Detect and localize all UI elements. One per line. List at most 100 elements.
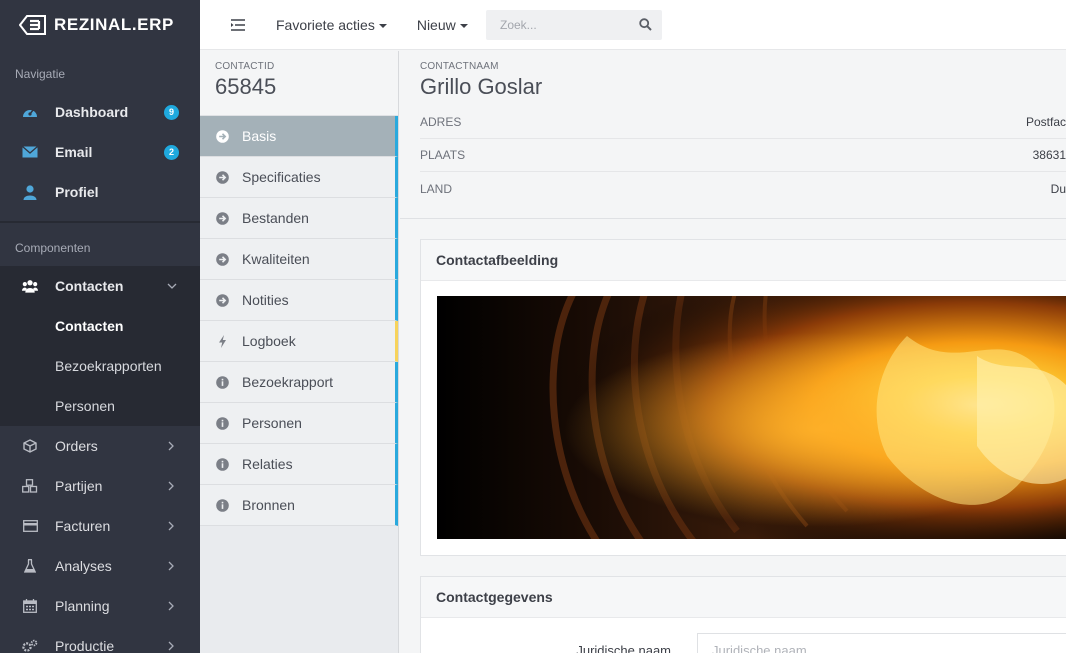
arrow-circle-right-icon: [216, 252, 229, 266]
sidebar-item-label: Partijen: [55, 478, 103, 494]
info-key: PLAATS: [420, 148, 466, 162]
info-circle-icon: [216, 457, 229, 471]
sidebar-item-orders[interactable]: Orders: [0, 426, 200, 466]
flask-icon: [22, 558, 38, 574]
submenu-item-personen[interactable]: Personen: [0, 386, 200, 426]
notification-badge: 9: [164, 105, 179, 120]
topbar: Favoriete acties Nieuw: [200, 0, 1066, 50]
chevron-right-icon: [167, 599, 175, 613]
users-icon: [22, 278, 38, 294]
info-row-country: LAND Du: [420, 172, 1066, 205]
info-value: Postfac: [1025, 115, 1066, 129]
favorites-dropdown[interactable]: Favoriete acties: [276, 17, 387, 33]
contact-details-panel: Contactgegevens Juridische naam: [420, 576, 1066, 653]
sidebar-item-label: Facturen: [55, 518, 111, 534]
tab-bezoekrapport[interactable]: Bezoekrapport: [200, 362, 398, 403]
sidebar-item-label: Orders: [55, 438, 98, 454]
sidebar-item-dashboard[interactable]: Dashboard 9: [0, 92, 200, 132]
tab-bronnen[interactable]: Bronnen: [200, 485, 398, 526]
chevron-right-icon: [167, 559, 175, 573]
tab-specificaties[interactable]: Specificaties: [200, 157, 398, 198]
sidebar-item-partijen[interactable]: Partijen: [0, 466, 200, 506]
chevron-right-icon: [167, 519, 175, 533]
search-box: [486, 10, 662, 40]
contact-image[interactable]: [437, 296, 1066, 539]
sidebar-item-label: Planning: [55, 598, 110, 614]
info-value: Du: [1050, 181, 1066, 196]
tab-logboek[interactable]: Logboek: [200, 321, 398, 362]
contact-name-label: CONTACTNAAM: [420, 61, 499, 72]
search-input[interactable]: [486, 18, 626, 32]
user-icon: [22, 184, 38, 200]
chevron-right-icon: [167, 479, 175, 493]
legal-name-field[interactable]: [697, 633, 1066, 653]
tab-label: Bezoekrapport: [242, 374, 334, 390]
sidebar-divider: [0, 221, 200, 223]
new-dropdown[interactable]: Nieuw: [417, 17, 468, 33]
search-icon[interactable]: [639, 18, 652, 31]
tab-label: Kwaliteiten: [242, 251, 310, 267]
arrow-circle-right-icon: [216, 170, 229, 184]
sidebar-item-label: Profiel: [55, 184, 99, 200]
arrow-circle-right-icon: [216, 211, 229, 225]
tab-relaties[interactable]: Relaties: [200, 444, 398, 485]
sidebar-item-facturen[interactable]: Facturen: [0, 506, 200, 546]
info-row-city: PLAATS 38631: [420, 139, 1066, 172]
sidebar-item-analyses[interactable]: Analyses: [0, 546, 200, 586]
cubes-icon: [22, 478, 38, 494]
sidebar-item-label: Dashboard: [55, 104, 129, 120]
new-label: Nieuw: [416, 16, 456, 33]
tab-kwaliteiten[interactable]: Kwaliteiten: [200, 239, 398, 280]
info-circle-icon: [216, 375, 229, 389]
tab-personen[interactable]: Personen: [200, 403, 398, 444]
submenu-item-bezoekrapporten[interactable]: Bezoekrapporten: [0, 346, 200, 386]
tab-label: Relaties: [242, 456, 293, 472]
contact-id-label: CONTACTID: [215, 61, 275, 72]
contact-id-value: 65845: [215, 74, 277, 99]
contact-image-panel: Contactafbeelding: [420, 239, 1066, 556]
tab-label: Specificaties: [242, 169, 321, 185]
sidebar-item-contacten[interactable]: Contacten: [0, 266, 200, 306]
menu-toggle-icon[interactable]: [230, 18, 248, 32]
tab-basis[interactable]: Basis: [200, 116, 398, 157]
legal-name-label: Juridische naam: [576, 643, 671, 653]
info-circle-icon: [216, 416, 229, 430]
notification-badge: 2: [164, 145, 179, 160]
sidebar-item-planning[interactable]: Planning: [0, 586, 200, 626]
info-row-address: ADRES Postfac: [420, 106, 1066, 139]
tab-label: Personen: [242, 415, 302, 431]
info-key: LAND: [420, 181, 453, 196]
info-key: ADRES: [420, 115, 462, 129]
credit-card-icon: [22, 518, 38, 534]
sidebar-item-label: Analyses: [55, 558, 112, 574]
chevron-down-icon: [167, 279, 177, 293]
contacts-submenu: Contacten Bezoekrapporten Personen: [0, 306, 200, 426]
components-heading: Componenten: [15, 241, 91, 255]
tab-label: Bestanden: [242, 210, 309, 226]
sidebar-item-productie[interactable]: Productie: [0, 626, 200, 653]
arrow-circle-right-icon: [216, 129, 229, 143]
tab-label: Logboek: [242, 333, 296, 349]
info-circle-icon: [216, 498, 229, 512]
nav-heading: Navigatie: [15, 67, 66, 81]
submenu-item-contacten[interactable]: Contacten: [0, 306, 200, 346]
sidebar-item-profiel[interactable]: Profiel: [0, 172, 200, 212]
brand[interactable]: REZINAL.ERP: [0, 0, 200, 50]
tab-bestanden[interactable]: Bestanden: [200, 198, 398, 239]
arrow-circle-right-icon: [216, 293, 229, 307]
contact-id-block: CONTACTID 65845: [200, 51, 398, 116]
legal-name-row: Juridische naam: [421, 633, 1066, 653]
sidebar: REZINAL.ERP Navigatie Dashboard 9 Email …: [0, 0, 200, 653]
brand-name: REZINAL.ERP: [54, 15, 174, 34]
sidebar-item-email[interactable]: Email 2: [0, 132, 200, 172]
tab-label: Bronnen: [242, 497, 295, 513]
contact-detail: CONTACTNAAM Grillo Goslar ADRES Postfac …: [400, 51, 1066, 653]
contact-tabs-column: CONTACTID 65845 Basis Specificaties Best…: [200, 51, 399, 653]
chevron-right-icon: [167, 639, 175, 653]
sidebar-item-label: Email: [55, 144, 93, 160]
calendar-icon: [22, 598, 38, 614]
tab-notities[interactable]: Notities: [200, 280, 398, 321]
sidebar-item-label: Productie: [55, 638, 115, 653]
tab-label: Notities: [242, 292, 289, 308]
envelope-icon: [22, 144, 38, 160]
